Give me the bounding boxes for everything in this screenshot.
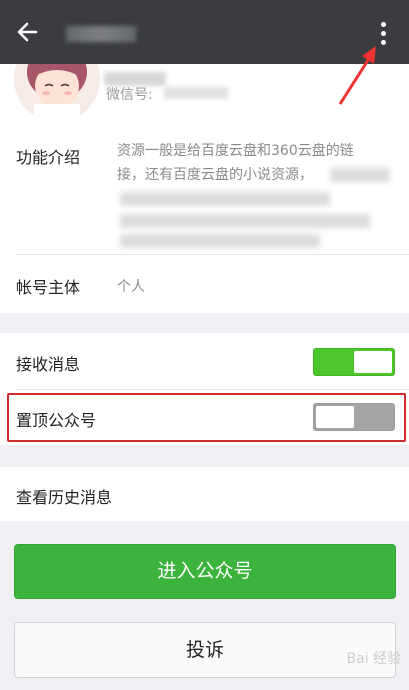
receive-messages-label: 接收消息 bbox=[16, 355, 81, 374]
intro-redacted-1 bbox=[330, 168, 390, 182]
receive-messages-toggle[interactable] bbox=[313, 348, 395, 376]
wechat-id-label: 微信号: bbox=[106, 87, 153, 103]
page-title-redacted bbox=[66, 26, 136, 42]
divider bbox=[16, 254, 409, 255]
watermark: Bai 经验 bbox=[346, 651, 401, 667]
intro-redacted-4 bbox=[120, 234, 320, 248]
divider bbox=[16, 389, 409, 390]
wechat-id-redacted bbox=[164, 87, 228, 99]
report-button[interactable]: 投诉 bbox=[14, 622, 396, 678]
intro-redacted-3 bbox=[120, 214, 370, 228]
view-history-label: 查看历史消息 bbox=[16, 488, 113, 507]
account-owner-value: 个人 bbox=[117, 279, 145, 295]
enter-account-button[interactable]: 进入公众号 bbox=[14, 544, 396, 599]
intro-redacted-2 bbox=[120, 192, 330, 206]
highlight-box bbox=[7, 393, 406, 442]
account-owner-label: 帐号主体 bbox=[16, 278, 81, 297]
info-section: 功能介绍 资源一般是给百度云盘和360云盘的链 接，还有百度云盘的小说资源， 帐… bbox=[0, 130, 409, 313]
intro-label: 功能介绍 bbox=[16, 148, 81, 167]
arrow-left-icon[interactable] bbox=[14, 18, 42, 46]
annotation-arrow-icon bbox=[338, 46, 376, 105]
view-history-row[interactable]: 查看历史消息 bbox=[0, 467, 409, 521]
intro-line-1: 资源一般是给百度云盘和360云盘的链 bbox=[117, 143, 354, 159]
